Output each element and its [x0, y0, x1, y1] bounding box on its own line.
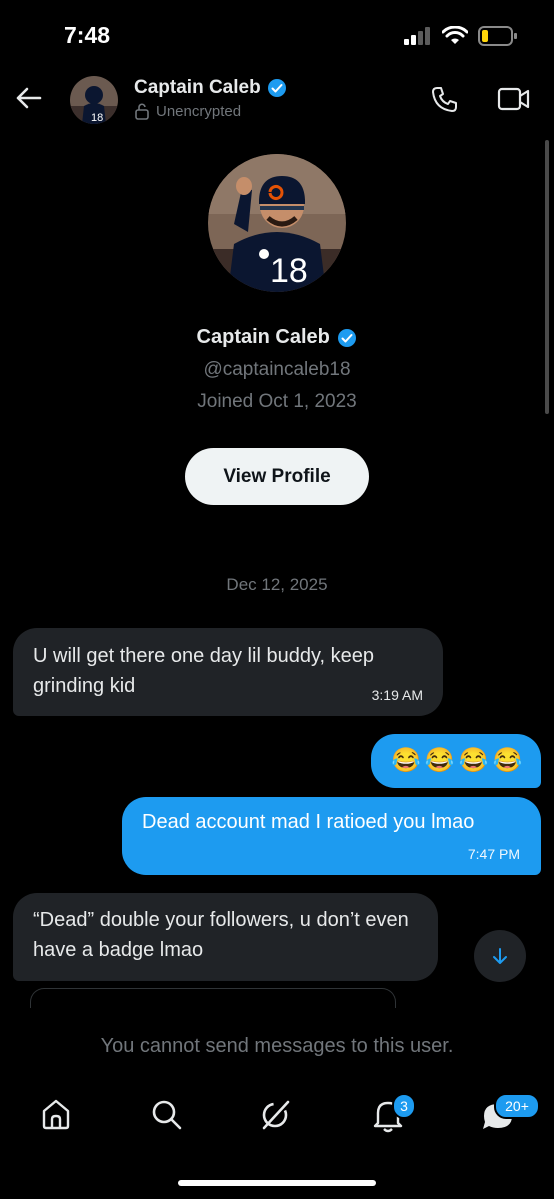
date-separator: Dec 12, 2025: [226, 575, 328, 594]
message-incoming[interactable]: “Dead” double your followers, u don’t ev…: [13, 893, 438, 981]
header-avatar[interactable]: 18: [70, 76, 118, 124]
grok-icon[interactable]: [258, 1097, 294, 1133]
divider: [0, 1008, 554, 1028]
messages-badge: 20+: [494, 1093, 540, 1119]
signal-icon: [404, 27, 430, 45]
message-incoming[interactable]: U will get there one day lil buddy, keep…: [13, 628, 443, 716]
message-text: U will get there one day lil buddy, keep…: [33, 645, 374, 697]
scroll-to-bottom-button[interactable]: [474, 930, 526, 982]
cannot-message-notice: You cannot send messages to this user.: [100, 1035, 454, 1057]
message-outgoing[interactable]: 😂😂😂😂: [371, 734, 541, 788]
message-time: 7:47 PM: [467, 846, 520, 862]
header-name-row[interactable]: Captain Caleb: [134, 77, 287, 99]
message-text: “Dead” double your followers, u don’t ev…: [33, 909, 409, 961]
message-text: Dead account mad I ratioed you lmao: [142, 811, 475, 833]
message-outgoing[interactable]: Dead account mad I ratioed you lmao 7:47…: [122, 797, 541, 875]
profile-joined: Joined Oct 1, 2023: [197, 391, 357, 412]
encryption-status: Unencrypted: [134, 103, 241, 120]
phone-icon[interactable]: [430, 84, 460, 114]
encryption-label: Unencrypted: [156, 103, 242, 120]
header-name: Captain Caleb: [134, 77, 261, 98]
profile-name-row: Captain Caleb: [0, 326, 554, 349]
battery-icon: [478, 26, 517, 46]
lock-open-icon: [135, 103, 149, 120]
view-profile-button[interactable]: View Profile: [185, 448, 369, 505]
home-icon[interactable]: [40, 1097, 72, 1131]
notifications-badge: 3: [392, 1093, 416, 1119]
video-icon[interactable]: [497, 86, 531, 112]
status-time: 7:48: [64, 22, 111, 48]
home-indicator[interactable]: [178, 1180, 376, 1186]
jersey-number: 18: [270, 252, 308, 290]
back-arrow-icon[interactable]: [14, 84, 42, 112]
svg-text:18: 18: [91, 112, 103, 124]
verified-icon: [267, 79, 286, 97]
search-icon[interactable]: [150, 1097, 184, 1131]
message-text: 😂😂😂😂: [391, 747, 527, 774]
wifi-icon: [442, 26, 468, 44]
verified-icon: [338, 328, 357, 347]
arrow-down-icon: [493, 948, 507, 964]
message-time: 3:19 AM: [371, 687, 423, 703]
profile-name: Captain Caleb: [196, 326, 330, 349]
profile-handle: @captaincaleb18: [203, 359, 351, 380]
status-icons: [404, 26, 518, 46]
profile-avatar[interactable]: 18: [208, 154, 346, 292]
